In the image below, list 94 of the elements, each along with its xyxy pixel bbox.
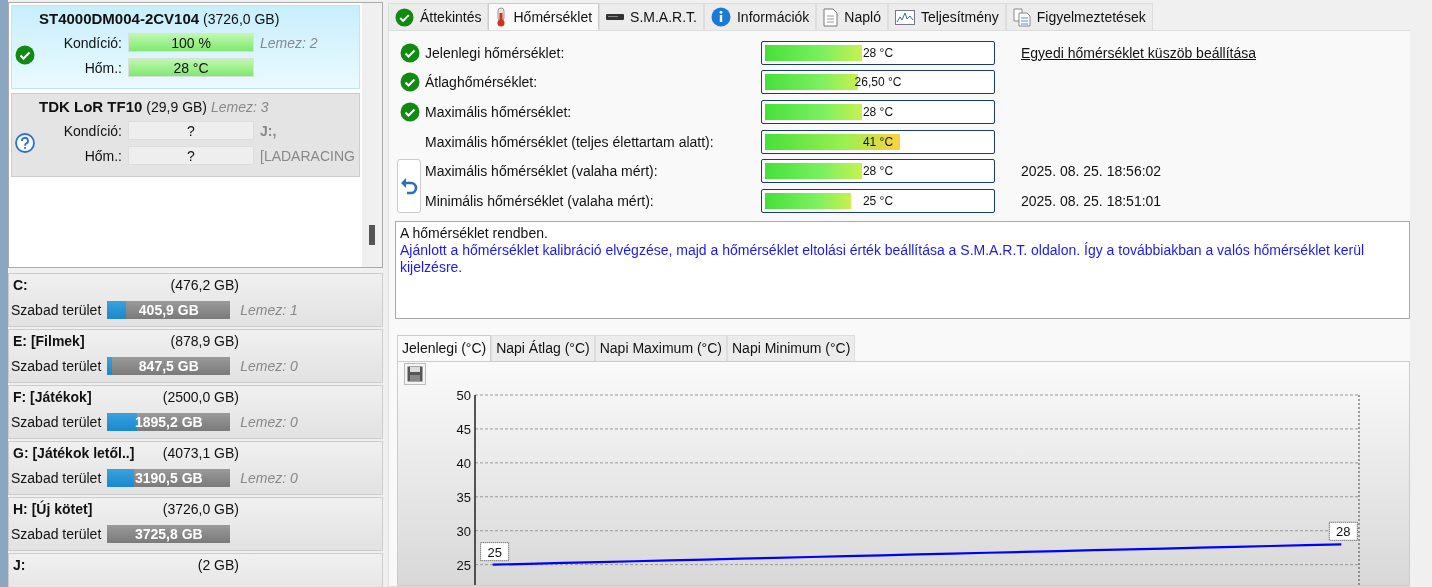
y-tick-label: 40 [456, 455, 471, 471]
disk-number: Lemez: 2 [260, 34, 318, 51]
message-text: A hőmérséklet rendben. [400, 224, 549, 242]
drive-size: (4073,1 GB) [162, 445, 239, 461]
volume-name: [LADARACING [260, 147, 355, 164]
disk-number: Lemez: 0 [240, 470, 298, 486]
free-space-bar: 3725,8 GB [107, 525, 231, 543]
disk-size: (29,9 GB) [146, 99, 208, 115]
temperature-bar: 28 °C [761, 100, 995, 124]
timestamp: 2025. 08. 25. 18:56:02 [1021, 163, 1162, 180]
timestamp: 2025. 08. 25. 18:51:01 [1021, 192, 1162, 209]
temperature-bar: 28 °C [761, 40, 995, 65]
drive-card[interactable]: G: [Játékok letől..] (4073,1 GB) Szabad terület 3190,5 GB Lemez: 0 [8, 441, 383, 495]
drive-size: (878,9 GB) [170, 333, 239, 349]
disk-name: TDK LoR TF10 [39, 98, 143, 115]
y-tick-label: 45 [456, 421, 471, 437]
drive-card[interactable]: E: [Filmek] (878,9 GB) Szabad terület 847,5 GB Lemez: 0 [8, 329, 383, 383]
y-tick-label: 30 [456, 523, 471, 539]
temperature-label: Átlaghőmérséklet: [425, 74, 538, 91]
data-label: 28 [1328, 521, 1358, 541]
free-space-bar: 405,9 GB [107, 301, 231, 319]
drive-name: E: [Filmek] [13, 333, 85, 349]
temperature-label: Maximális hőmérséklet (teljes élettartam alatt): [425, 133, 714, 150]
drive-name: C: [13, 277, 28, 293]
y-tick-label: 50 [456, 388, 471, 403]
tab[interactable]: Információk [704, 3, 817, 30]
message-text: Ajánlott a hőmérséklet kalibráció elvégzése, majd a hőmérséklet eltolási érték beállítása a S.M.A.R.T. oldalon. Így a továbbiakban a valós hőmérséklet kerül kijelzésre. [400, 241, 1366, 276]
disk-card[interactable]: ST4000DM004-2CV104 (3726,0 GB) Kondíció: 100 % Lemez: 2 Hőm.: 28 °C [11, 5, 360, 89]
temperature-label: Maximális hőmérséklet: [425, 104, 572, 120]
graph-icon [894, 9, 915, 25]
drive-size: (2 GB) [197, 557, 239, 573]
temperature-label: Hőm.: [83, 147, 122, 164]
drive-letter: J:, [260, 122, 277, 139]
disk-number: Lemez: 0 [240, 414, 298, 430]
y-tick-label: 25 [456, 557, 471, 573]
thermometer-icon [495, 7, 508, 27]
disk-number: Lemez: 1 [240, 302, 298, 318]
drive-name: G: [Játékok letől..] [13, 445, 135, 461]
document-icon [823, 7, 839, 27]
chart-tab[interactable]: Napi Maximum (°C) [594, 334, 727, 361]
drive-size: (3726,0 GB) [162, 501, 239, 517]
temperature-label: Jelenlegi hőmérséklet: [425, 44, 565, 61]
temperature-bar: ? [128, 146, 254, 165]
temperature-label: Maximális hőmérséklet (valaha mért): [425, 163, 658, 180]
chart-tab[interactable]: Jelenlegi (°C) [397, 334, 492, 361]
health-bar: ? [128, 121, 254, 140]
tab[interactable]: Áttekintés [388, 3, 489, 30]
health-label: Kondíció: [62, 122, 122, 139]
tab[interactable]: Teljesítmény [887, 3, 1006, 30]
temperature-bar: 28 °C [761, 159, 995, 184]
temperature-bar: 25 °C [761, 188, 995, 213]
temperature-bar: 41 °C [761, 129, 995, 154]
disk-size: (3726,0 GB) [203, 11, 280, 27]
drive-icon [606, 13, 625, 21]
disk-name: ST4000DM004-2CV104 [39, 10, 200, 27]
temperature-bar: 28 °C [128, 58, 254, 77]
temperature-label: Hőm.: [83, 59, 122, 76]
data-label: 25 [480, 542, 510, 562]
free-space-label: Szabad terület [11, 302, 102, 318]
drive-name: F: [Játékok] [13, 389, 92, 405]
free-space-label: Szabad terület [11, 526, 102, 542]
drive-card[interactable]: C: (476,2 GB) Szabad terület 405,9 GB Lemez: 1 [8, 273, 383, 327]
disk-number: Lemez: 0 [240, 358, 298, 374]
disk-card[interactable]: TDK LoR TF10 (29,9 GB) Lemez: 3 Kondíció: ? J:, Hőm.: ? [LADARACING [11, 93, 360, 177]
drive-card[interactable]: J: (2 GB) [8, 553, 383, 587]
tab[interactable]: S.M.A.R.T. [599, 3, 704, 30]
tab[interactable]: Figyelmeztetések [1005, 3, 1153, 30]
undo-button[interactable] [397, 158, 421, 213]
threshold-link[interactable]: Egyedi hőmérséklet küszöb beállítása [1021, 44, 1257, 61]
temperature-label: Minimális hőmérséklet (valaha mért): [425, 192, 654, 209]
disk-number: Lemez: 3 [211, 99, 269, 115]
health-label: Kondíció: [62, 34, 122, 51]
free-space-bar: 847,5 GB [107, 357, 231, 375]
drive-size: (2500,0 GB) [162, 389, 239, 405]
health-bar: 100 % [128, 33, 254, 52]
free-space-bar: 3190,5 GB [107, 469, 231, 487]
tab[interactable]: Hőmérséklet [488, 3, 600, 30]
floppy-icon [407, 366, 423, 383]
drive-size: (476,2 GB) [170, 277, 239, 293]
free-space-label: Szabad terület [11, 470, 102, 486]
chart-tab[interactable]: Napi Átlag (°C) [491, 334, 595, 361]
chart-tab[interactable]: Napi Minimum (°C) [727, 334, 856, 361]
check-icon [395, 7, 414, 27]
documents-icon [1012, 7, 1031, 27]
drive-card[interactable]: H: [Új kötet] (3726,0 GB) Szabad terület 3725,8 GB [8, 497, 383, 551]
drive-name: H: [Új kötet] [13, 501, 93, 517]
drive-name: J: [13, 557, 26, 573]
save-button[interactable] [404, 363, 426, 386]
free-space-label: Szabad terület [11, 358, 102, 374]
scrollbar-thumb[interactable] [369, 225, 375, 245]
free-space-label: Szabad terület [11, 414, 102, 430]
info-icon [711, 7, 731, 27]
y-tick-label: 35 [456, 489, 471, 505]
tab[interactable]: Napló [816, 3, 888, 30]
